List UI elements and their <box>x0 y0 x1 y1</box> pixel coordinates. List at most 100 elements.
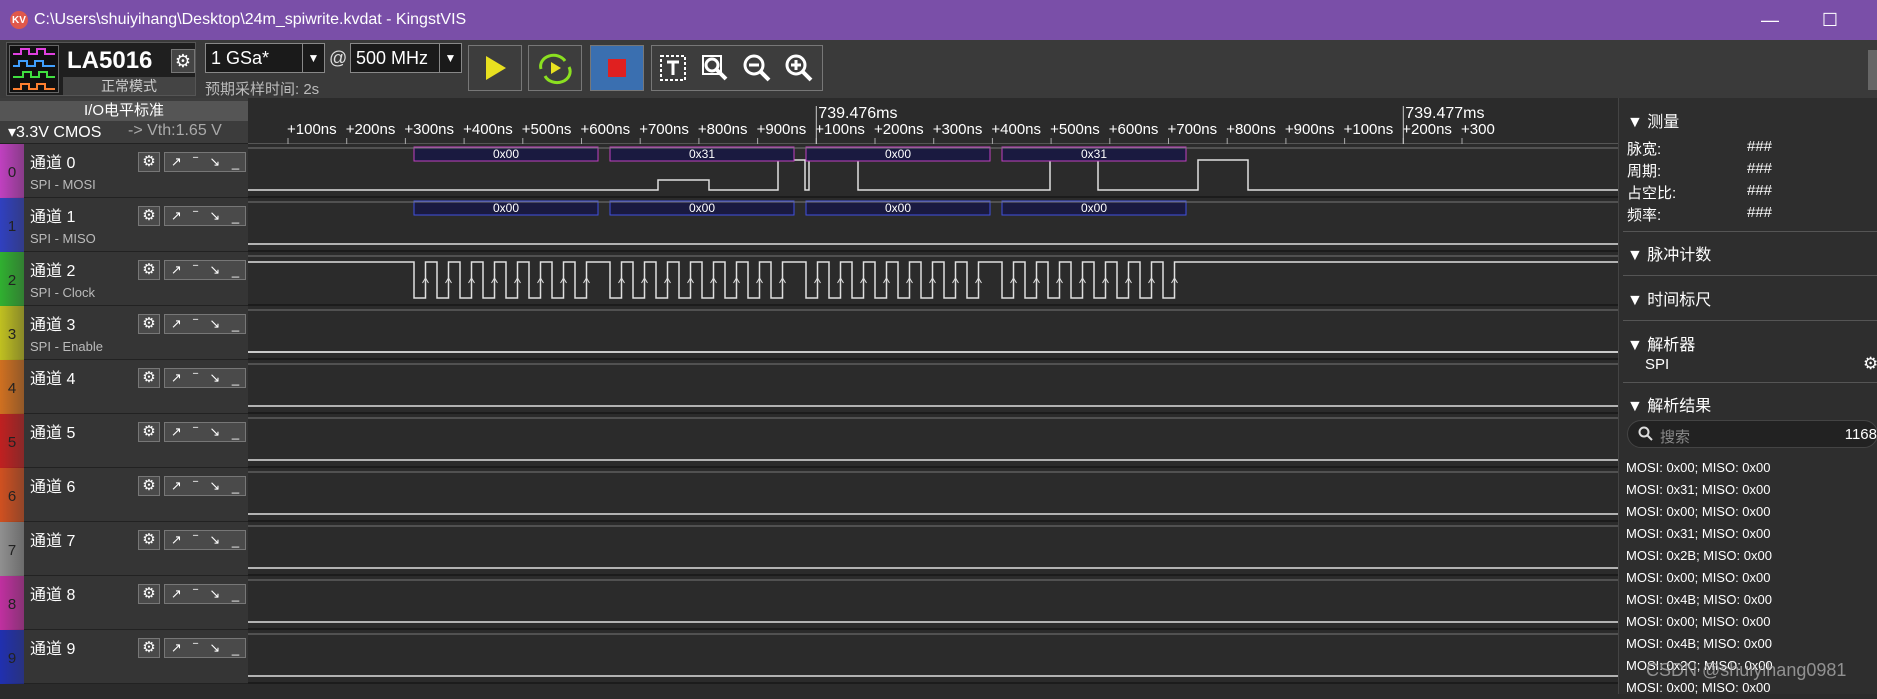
frequency-select[interactable]: 500 MHz ▼ <box>350 43 462 73</box>
trigger-edge-icon[interactable]: ‾ <box>193 317 197 332</box>
result-row[interactable]: MOSI: 0x00; MISO: 0x00 <box>1626 460 1771 475</box>
text-tool-button[interactable] <box>652 47 694 89</box>
channel-name[interactable]: 通道 6 <box>30 473 75 497</box>
start-button[interactable] <box>468 45 522 91</box>
channel-settings-gear-icon[interactable]: ⚙ <box>138 584 160 604</box>
channel-name[interactable]: 通道 7 <box>30 527 75 551</box>
trigger-edge-icon[interactable]: ‾ <box>193 533 197 548</box>
toolbar-scrollbar[interactable] <box>1868 50 1877 90</box>
result-row[interactable]: MOSI: 0x00; MISO: 0x00 <box>1626 570 1771 585</box>
trigger-edge-icon[interactable]: ↘ <box>209 262 220 278</box>
device-settings-gear-icon[interactable]: ⚙ <box>171 49 195 73</box>
trigger-edge-icon[interactable]: ↗ <box>171 424 182 440</box>
analyzer-gear-icon[interactable]: ⚙ <box>1863 354 1877 374</box>
time-marker-section[interactable]: ▼ 时间标尺 <box>1627 286 1711 310</box>
loop-start-button[interactable] <box>528 45 582 91</box>
channel-settings-gear-icon[interactable]: ⚙ <box>138 638 160 658</box>
trigger-edge-icon[interactable]: ↗ <box>171 640 182 656</box>
trigger-edge-icon[interactable]: ‾ <box>193 209 197 224</box>
trigger-mode-buttons[interactable]: ↗ ‾ ↘ _ <box>164 476 246 496</box>
channel-settings-gear-icon[interactable]: ⚙ <box>138 314 160 334</box>
trigger-edge-icon[interactable]: ↘ <box>209 370 220 386</box>
channel-settings-gear-icon[interactable]: ⚙ <box>138 368 160 388</box>
channel-row[interactable]: 6 通道 6 ⚙ ↗ ‾ ↘ _ <box>0 468 248 522</box>
trigger-mode-buttons[interactable]: ↗ ‾ ↘ _ <box>164 422 246 442</box>
trigger-edge-icon[interactable]: ↗ <box>171 154 182 170</box>
time-ruler[interactable]: +100ns +200ns +300ns +400ns +500ns +600ns +700… <box>248 98 1618 144</box>
trigger-edge-icon[interactable]: ↗ <box>171 478 182 494</box>
trigger-mode-buttons[interactable]: ↗ ‾ ↘ _ <box>164 368 246 388</box>
trigger-edge-icon[interactable]: ↘ <box>209 640 220 656</box>
trigger-edge-icon[interactable]: ↘ <box>209 586 220 602</box>
channel-row[interactable]: 4 通道 4 ⚙ ↗ ‾ ↘ _ <box>0 360 248 414</box>
channel-row[interactable]: 0 通道 0 SPI - MOSI ⚙ ↗ ‾ ↘ _ <box>0 144 248 198</box>
channel-row[interactable]: 1 通道 1 SPI - MISO ⚙ ↗ ‾ ↘ _ <box>0 198 248 252</box>
result-row[interactable]: MOSI: 0x4B; MISO: 0x00 <box>1626 592 1772 607</box>
channel-row[interactable]: 8 通道 8 ⚙ ↗ ‾ ↘ _ <box>0 576 248 630</box>
result-row[interactable]: MOSI: 0x31; MISO: 0x00 <box>1626 482 1771 497</box>
trigger-edge-icon[interactable]: ‾ <box>193 371 197 386</box>
channel-name[interactable]: 通道 0 <box>30 149 75 173</box>
channel-settings-gear-icon[interactable]: ⚙ <box>138 152 160 172</box>
trigger-edge-icon[interactable]: ↗ <box>171 370 182 386</box>
analyzer-section[interactable]: ▼ 解析器 <box>1627 331 1695 355</box>
maximize-button[interactable]: ☐ <box>1810 8 1850 32</box>
result-row[interactable]: MOSI: 0x00; MISO: 0x00 <box>1626 614 1771 629</box>
trigger-edge-icon[interactable]: ‾ <box>193 641 197 656</box>
trigger-edge-icon[interactable]: _ <box>232 155 239 170</box>
results-section[interactable]: ▼ 解析结果 <box>1627 392 1711 416</box>
zoom-area-button[interactable] <box>694 47 736 89</box>
analyzer-spi-item[interactable]: SPI <box>1645 356 1669 373</box>
trigger-mode-buttons[interactable]: ↗ ‾ ↘ _ <box>164 206 246 226</box>
measure-section[interactable]: ▼ 测量 <box>1627 108 1679 132</box>
trigger-mode-buttons[interactable]: ↗ ‾ ↘ _ <box>164 260 246 280</box>
sample-rate-select[interactable]: 1 GSa* ▼ <box>205 43 325 73</box>
channel-name[interactable]: 通道 8 <box>30 581 75 605</box>
trigger-mode-buttons[interactable]: ↗ ‾ ↘ _ <box>164 584 246 604</box>
trigger-mode-buttons[interactable]: ↗ ‾ ↘ _ <box>164 152 246 172</box>
trigger-edge-icon[interactable]: _ <box>232 371 239 386</box>
trigger-edge-icon[interactable]: _ <box>232 317 239 332</box>
pulse-count-section[interactable]: ▼ 脉冲计数 <box>1627 241 1711 265</box>
channel-settings-gear-icon[interactable]: ⚙ <box>138 476 160 496</box>
trigger-edge-icon[interactable]: ‾ <box>193 155 197 170</box>
trigger-edge-icon[interactable]: ↘ <box>209 424 220 440</box>
trigger-edge-icon[interactable]: ↘ <box>209 208 220 224</box>
channel-settings-gear-icon[interactable]: ⚙ <box>138 206 160 226</box>
trigger-edge-icon[interactable]: _ <box>232 479 239 494</box>
result-row[interactable]: MOSI: 0x00; MISO: 0x00 <box>1626 504 1771 519</box>
trigger-edge-icon[interactable]: _ <box>232 533 239 548</box>
trigger-edge-icon[interactable]: ↗ <box>171 262 182 278</box>
trigger-edge-icon[interactable]: _ <box>232 209 239 224</box>
channel-name[interactable]: 通道 5 <box>30 419 75 443</box>
channel-name[interactable]: 通道 1 <box>30 203 75 227</box>
trigger-mode-buttons[interactable]: ↗ ‾ ↘ _ <box>164 530 246 550</box>
trigger-edge-icon[interactable]: _ <box>232 263 239 278</box>
trigger-edge-icon[interactable]: _ <box>232 641 239 656</box>
channel-name[interactable]: 通道 9 <box>30 635 75 659</box>
trigger-edge-icon[interactable]: _ <box>232 587 239 602</box>
io-level-select[interactable]: ▾3.3V CMOS <box>8 122 101 142</box>
channel-name[interactable]: 通道 2 <box>30 257 75 281</box>
trigger-edge-icon[interactable]: ‾ <box>193 587 197 602</box>
channel-settings-gear-icon[interactable]: ⚙ <box>138 530 160 550</box>
channel-row[interactable]: 9 通道 9 ⚙ ↗ ‾ ↘ _ <box>0 630 248 684</box>
search-input[interactable]: 搜索 1168 <box>1627 420 1877 448</box>
channel-settings-gear-icon[interactable]: ⚙ <box>138 260 160 280</box>
channel-row[interactable]: 2 通道 2 SPI - Clock ⚙ ↗ ‾ ↘ _ <box>0 252 248 306</box>
channel-row[interactable]: 3 通道 3 SPI - Enable ⚙ ↗ ‾ ↘ _ <box>0 306 248 360</box>
trigger-edge-icon[interactable]: ↗ <box>171 208 182 224</box>
trigger-edge-icon[interactable]: ↘ <box>209 154 220 170</box>
trigger-edge-icon[interactable]: ↘ <box>209 532 220 548</box>
result-row[interactable]: MOSI: 0x4B; MISO: 0x00 <box>1626 636 1772 651</box>
channel-row[interactable]: 5 通道 5 ⚙ ↗ ‾ ↘ _ <box>0 414 248 468</box>
stop-button[interactable] <box>590 45 644 91</box>
trigger-edge-icon[interactable]: ↗ <box>171 586 182 602</box>
trigger-mode-buttons[interactable]: ↗ ‾ ↘ _ <box>164 638 246 658</box>
zoom-in-button[interactable] <box>778 47 820 89</box>
result-row[interactable]: MOSI: 0x00; MISO: 0x00 <box>1626 680 1771 695</box>
trigger-mode-buttons[interactable]: ↗ ‾ ↘ _ <box>164 314 246 334</box>
waveform-area[interactable]: 0x00 0x00 0x31 0x00 0x00 0x00 0x31 0x00 <box>248 144 1618 694</box>
trigger-edge-icon[interactable]: ‾ <box>193 479 197 494</box>
result-row[interactable]: MOSI: 0x2B; MISO: 0x00 <box>1626 548 1772 563</box>
